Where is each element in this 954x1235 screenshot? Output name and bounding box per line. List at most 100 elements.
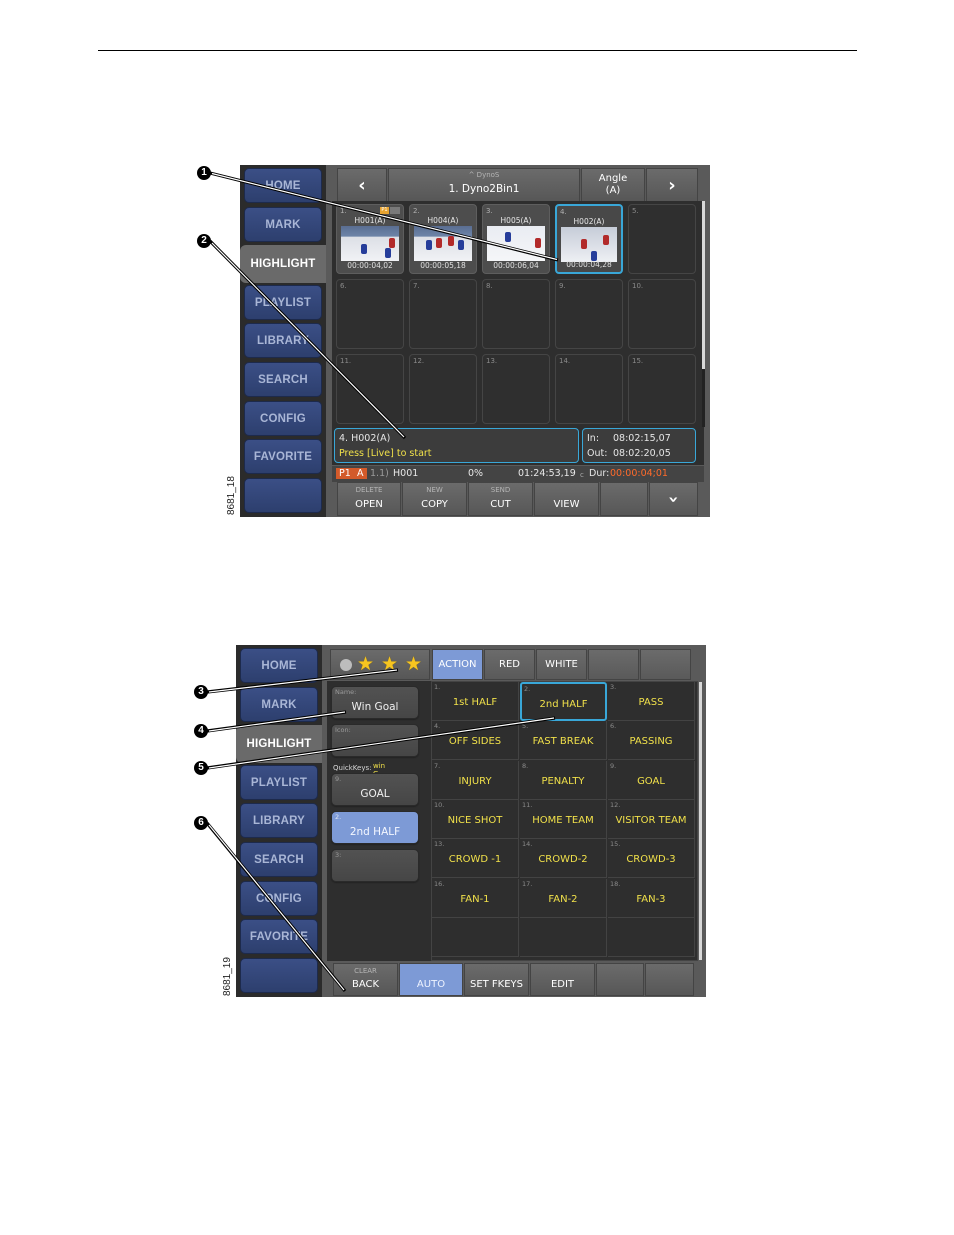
name-field[interactable]: Name: Win Goal <box>331 686 419 719</box>
keyword-button[interactable]: 12. VISITOR TEAM <box>608 799 695 839</box>
blank-softkey[interactable] <box>645 963 694 996</box>
view-button[interactable]: VIEW <box>534 482 599 516</box>
keyword-button[interactable]: 15. CROWD-3 <box>608 839 695 879</box>
next-bin-button[interactable]: › <box>646 168 698 202</box>
empty-keyword-slot[interactable] <box>520 917 607 957</box>
nav-home[interactable]: HOME <box>240 648 318 683</box>
clip-tile[interactable]: 3. H005(A) 00:00:06,04 <box>482 204 550 274</box>
keyword-label: CROWD-2 <box>538 854 588 866</box>
quickkey-number: 2. <box>335 813 342 821</box>
cut-button[interactable]: SEND CUT <box>468 482 533 516</box>
clip-tile[interactable]: 2. H004(A) 00:00:05,18 <box>409 204 477 274</box>
name-value: Win Goal <box>351 701 399 713</box>
nav-library[interactable]: LIBRARY <box>244 323 322 358</box>
keyword-button[interactable]: 1. 1st HALF <box>432 682 519 721</box>
keyword-button[interactable]: 11. HOME TEAM <box>520 799 607 839</box>
keyword-button[interactable]: 6. PASSING <box>608 721 695 761</box>
clip-tile[interactable]: 1. P1 H001(A) 00:00:04,02 <box>336 204 404 274</box>
empty-clip-slot[interactable]: 15. <box>628 354 696 424</box>
keyword-button[interactable]: 9. GOAL <box>608 760 695 800</box>
keyword-button[interactable]: 3. PASS <box>608 682 695 721</box>
quickkey-slot[interactable]: 9. GOAL <box>331 773 419 806</box>
empty-clip-slot[interactable]: 7. <box>409 279 477 349</box>
keyword-button[interactable]: 13. CROWD -1 <box>432 839 519 879</box>
keyword-button[interactable]: 18. FAN-3 <box>608 878 695 918</box>
nav-favorite[interactable]: FAVORITE <box>240 919 318 954</box>
blank-softkey[interactable] <box>596 963 644 996</box>
keyword-label: OFF SIDES <box>448 736 502 748</box>
clip-tile-selected[interactable]: 4. H002(A) 00:00:04,28 <box>555 204 623 274</box>
keyword-button[interactable]: 7. INJURY <box>432 760 519 800</box>
empty-keyword-slot[interactable] <box>608 917 695 957</box>
keyword-button[interactable]: 17. FAN-2 <box>520 878 607 918</box>
empty-clip-slot[interactable]: 14. <box>555 354 623 424</box>
keyword-label: HOME TEAM <box>532 814 594 826</box>
nav-library[interactable]: LIBRARY <box>240 803 318 838</box>
quickkey-slot[interactable]: 3: <box>331 849 419 882</box>
empty-clip-slot[interactable]: 10. <box>628 279 696 349</box>
nav-home[interactable]: HOME <box>244 168 322 203</box>
keyword-label: INJURY <box>458 775 492 787</box>
empty-clip-slot[interactable]: 12. <box>409 354 477 424</box>
tab-red[interactable]: RED <box>484 649 535 680</box>
clip-scrollbar-thumb[interactable] <box>702 201 705 369</box>
nav-playlist[interactable]: PLAYLIST <box>244 285 322 320</box>
percent: 0% <box>468 468 484 479</box>
slot-number: 14. <box>559 357 571 365</box>
slot-number: 15. <box>632 357 644 365</box>
keyword-number: 2. <box>524 685 531 693</box>
keyword-label: CROWD -1 <box>448 854 502 866</box>
duration-label: Dur: <box>589 468 610 479</box>
keyword-scrollbar[interactable] <box>699 682 702 960</box>
no-rating-dot-icon[interactable] <box>340 659 352 671</box>
tab-blank[interactable] <box>640 649 691 680</box>
empty-clip-slot[interactable]: 6. <box>336 279 404 349</box>
edit-button[interactable]: EDIT <box>530 963 595 996</box>
keyword-button[interactable]: 5. FAST BREAK <box>520 721 607 761</box>
icon-field[interactable]: Icon: <box>331 724 419 757</box>
keyword-label: FAN-3 <box>636 893 666 905</box>
empty-clip-slot[interactable]: 8. <box>482 279 550 349</box>
empty-clip-slot[interactable]: 5. <box>628 204 696 274</box>
empty-clip-slot[interactable]: 11. <box>336 354 404 424</box>
back-button[interactable]: CLEAR BACK <box>333 963 398 996</box>
tab-action[interactable]: ACTION <box>432 649 483 680</box>
more-button[interactable]: › <box>649 482 698 516</box>
nav-config[interactable]: CONFIG <box>240 881 318 916</box>
nav-favorite[interactable]: FAVORITE <box>244 439 322 474</box>
bin-selector[interactable]: ^ DynoS 1. Dyno2Bin1 <box>388 168 580 202</box>
set-fkeys-button[interactable]: SET FKEYS <box>464 963 529 996</box>
auto-button[interactable]: AUTO <box>399 963 463 996</box>
prev-bin-button[interactable]: ‹ <box>337 168 387 202</box>
nav-highlight[interactable]: HIGHLIGHT <box>240 245 326 283</box>
empty-clip-slot[interactable]: 13. <box>482 354 550 424</box>
copy-button[interactable]: NEW COPY <box>402 482 467 516</box>
empty-clip-slot[interactable]: 9. <box>555 279 623 349</box>
keyword-button[interactable]: 4. OFF SIDES <box>432 721 519 761</box>
empty-keyword-slot[interactable] <box>432 917 519 957</box>
keyword-button[interactable]: 2. 2nd HALF <box>520 682 607 721</box>
angle-button[interactable]: Angle (A) <box>581 168 645 202</box>
open-button[interactable]: DELETE OPEN <box>337 482 401 516</box>
nav-highlight[interactable]: HIGHLIGHT <box>236 725 322 763</box>
keyword-button[interactable]: 8. PENALTY <box>520 760 607 800</box>
nav-search[interactable]: SEARCH <box>244 362 322 397</box>
nav-search[interactable]: SEARCH <box>240 842 318 877</box>
tab-blank[interactable] <box>588 649 639 680</box>
nav-playlist[interactable]: PLAYLIST <box>240 765 318 800</box>
figure-id: 8681_19 <box>222 957 233 996</box>
keyword-button[interactable]: 14. CROWD-2 <box>520 839 607 879</box>
nav-blank[interactable] <box>240 958 318 993</box>
blank-softkey[interactable] <box>600 482 648 516</box>
nav-config[interactable]: CONFIG <box>244 401 322 436</box>
star-icon[interactable]: ★ <box>381 655 398 674</box>
nav-mark[interactable]: MARK <box>240 687 318 722</box>
keyword-button[interactable]: 16. FAN-1 <box>432 878 519 918</box>
quickkey-slot-selected[interactable]: 2. 2nd HALF <box>331 811 419 844</box>
star-icon[interactable]: ★ <box>405 655 422 674</box>
nav-mark[interactable]: MARK <box>244 207 322 242</box>
keyword-button[interactable]: 10. NICE SHOT <box>432 799 519 839</box>
nav-blank[interactable] <box>244 478 322 513</box>
star-icon[interactable]: ★ <box>357 655 374 674</box>
tab-white[interactable]: WHITE <box>536 649 587 680</box>
